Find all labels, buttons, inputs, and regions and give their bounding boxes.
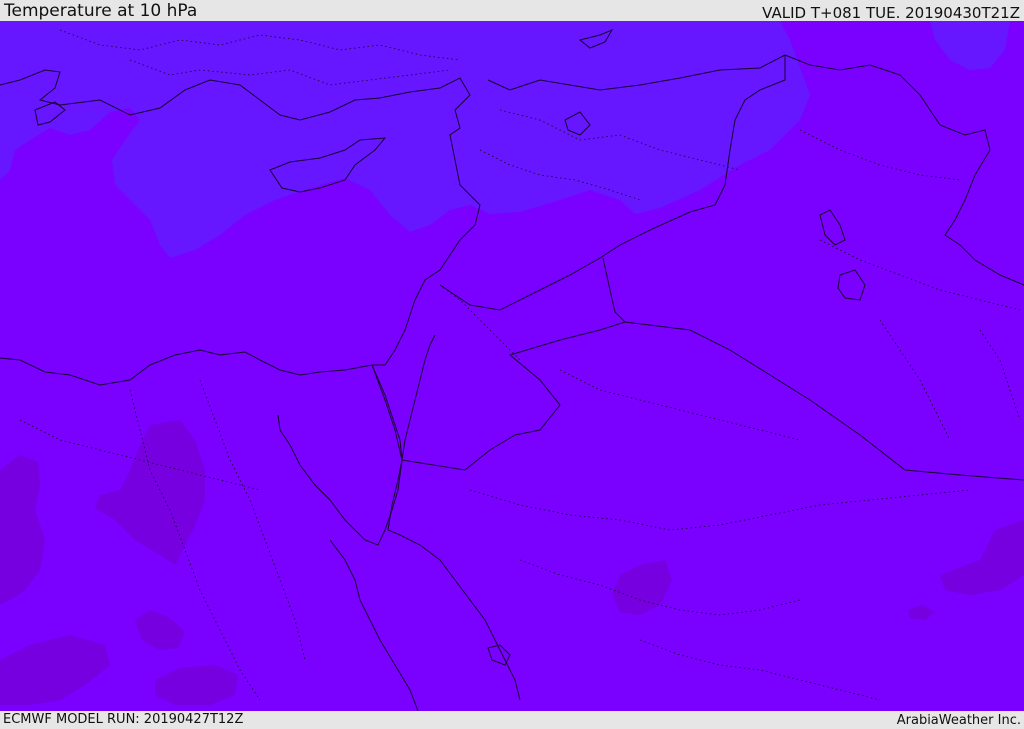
map-canvas xyxy=(0,21,1024,711)
credit-label: ArabiaWeather Inc. xyxy=(896,713,1021,728)
map-panel[interactable] xyxy=(0,21,1024,711)
footer-bar: ECMWF MODEL RUN: 20190427T12Z ArabiaWeat… xyxy=(0,711,1024,729)
header-bar: Temperature at 10 hPa VALID T+081 TUE. 2… xyxy=(0,0,1024,21)
model-run-label: ECMWF MODEL RUN: 20190427T12Z xyxy=(3,712,244,727)
map-title: Temperature at 10 hPa xyxy=(4,1,198,21)
valid-time: VALID T+081 TUE. 20190430T21Z xyxy=(762,4,1020,22)
